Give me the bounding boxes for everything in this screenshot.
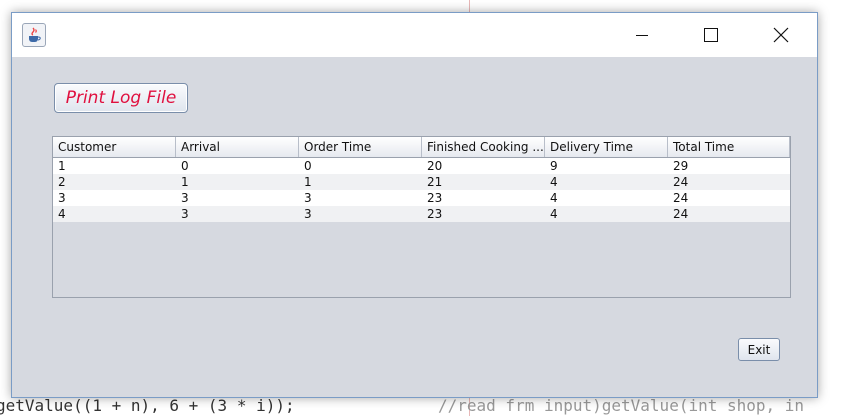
maximize-icon[interactable]	[688, 13, 734, 57]
table-cell: 1	[58, 159, 66, 173]
minimize-icon[interactable]	[619, 13, 665, 57]
print-log-file-button[interactable]: Print Log File	[54, 83, 188, 113]
table-row[interactable]: 3 3 3 23 4 24	[53, 190, 790, 206]
column-header-order-time[interactable]: Order Time	[299, 137, 422, 157]
table-cell: 23	[427, 207, 443, 221]
app-window: Print Log File Customer Arrival Order Ti…	[11, 12, 818, 398]
table-cell: 3	[304, 207, 312, 221]
table-cell: 4	[550, 207, 558, 221]
table-body: 1 0 0 20 9 29 2 1 1 21 4 24 3 3 3 23 4 2…	[53, 158, 790, 222]
table-cell: 29	[673, 159, 689, 173]
table-cell: 23	[427, 191, 443, 205]
table-cell: 4	[550, 191, 558, 205]
table-cell: 3	[58, 191, 66, 205]
table-cell: 20	[427, 159, 443, 173]
table-cell: 3	[304, 191, 312, 205]
code-line: getValue((1 + n), 6 + (3 * i));	[0, 396, 295, 415]
table-cell: 24	[673, 175, 689, 189]
table-cell: 9	[550, 159, 558, 173]
close-icon[interactable]	[758, 13, 804, 57]
java-cup-icon[interactable]	[22, 23, 46, 47]
table-cell: 1	[304, 175, 312, 189]
table-cell: 1	[181, 175, 189, 189]
code-comment: //read frm input)getValue(int shop, in	[438, 396, 805, 415]
table-row[interactable]: 1 0 0 20 9 29	[53, 158, 790, 174]
exit-button[interactable]: Exit	[738, 338, 780, 361]
table-cell: 21	[427, 175, 443, 189]
table-cell: 3	[181, 207, 189, 221]
table-cell: 3	[181, 191, 189, 205]
column-header-delivery-time[interactable]: Delivery Time	[545, 137, 668, 157]
column-header-total-time[interactable]: Total Time	[668, 137, 790, 157]
table-cell: 0	[304, 159, 312, 173]
column-header-finished-cooking[interactable]: Finished Cooking ...	[422, 137, 545, 157]
table-row[interactable]: 4 3 3 23 4 24	[53, 206, 790, 222]
table-header: Customer Arrival Order Time Finished Coo…	[53, 137, 790, 158]
table-cell: 24	[673, 207, 689, 221]
table-cell: 24	[673, 191, 689, 205]
table-row[interactable]: 2 1 1 21 4 24	[53, 174, 790, 190]
column-header-arrival[interactable]: Arrival	[176, 137, 299, 157]
column-header-customer[interactable]: Customer	[53, 137, 176, 157]
table-cell: 0	[181, 159, 189, 173]
table-cell: 4	[58, 207, 66, 221]
table-cell: 2	[58, 175, 66, 189]
table-cell: 4	[550, 175, 558, 189]
results-table: Customer Arrival Order Time Finished Coo…	[52, 136, 791, 298]
title-bar[interactable]	[12, 13, 817, 57]
